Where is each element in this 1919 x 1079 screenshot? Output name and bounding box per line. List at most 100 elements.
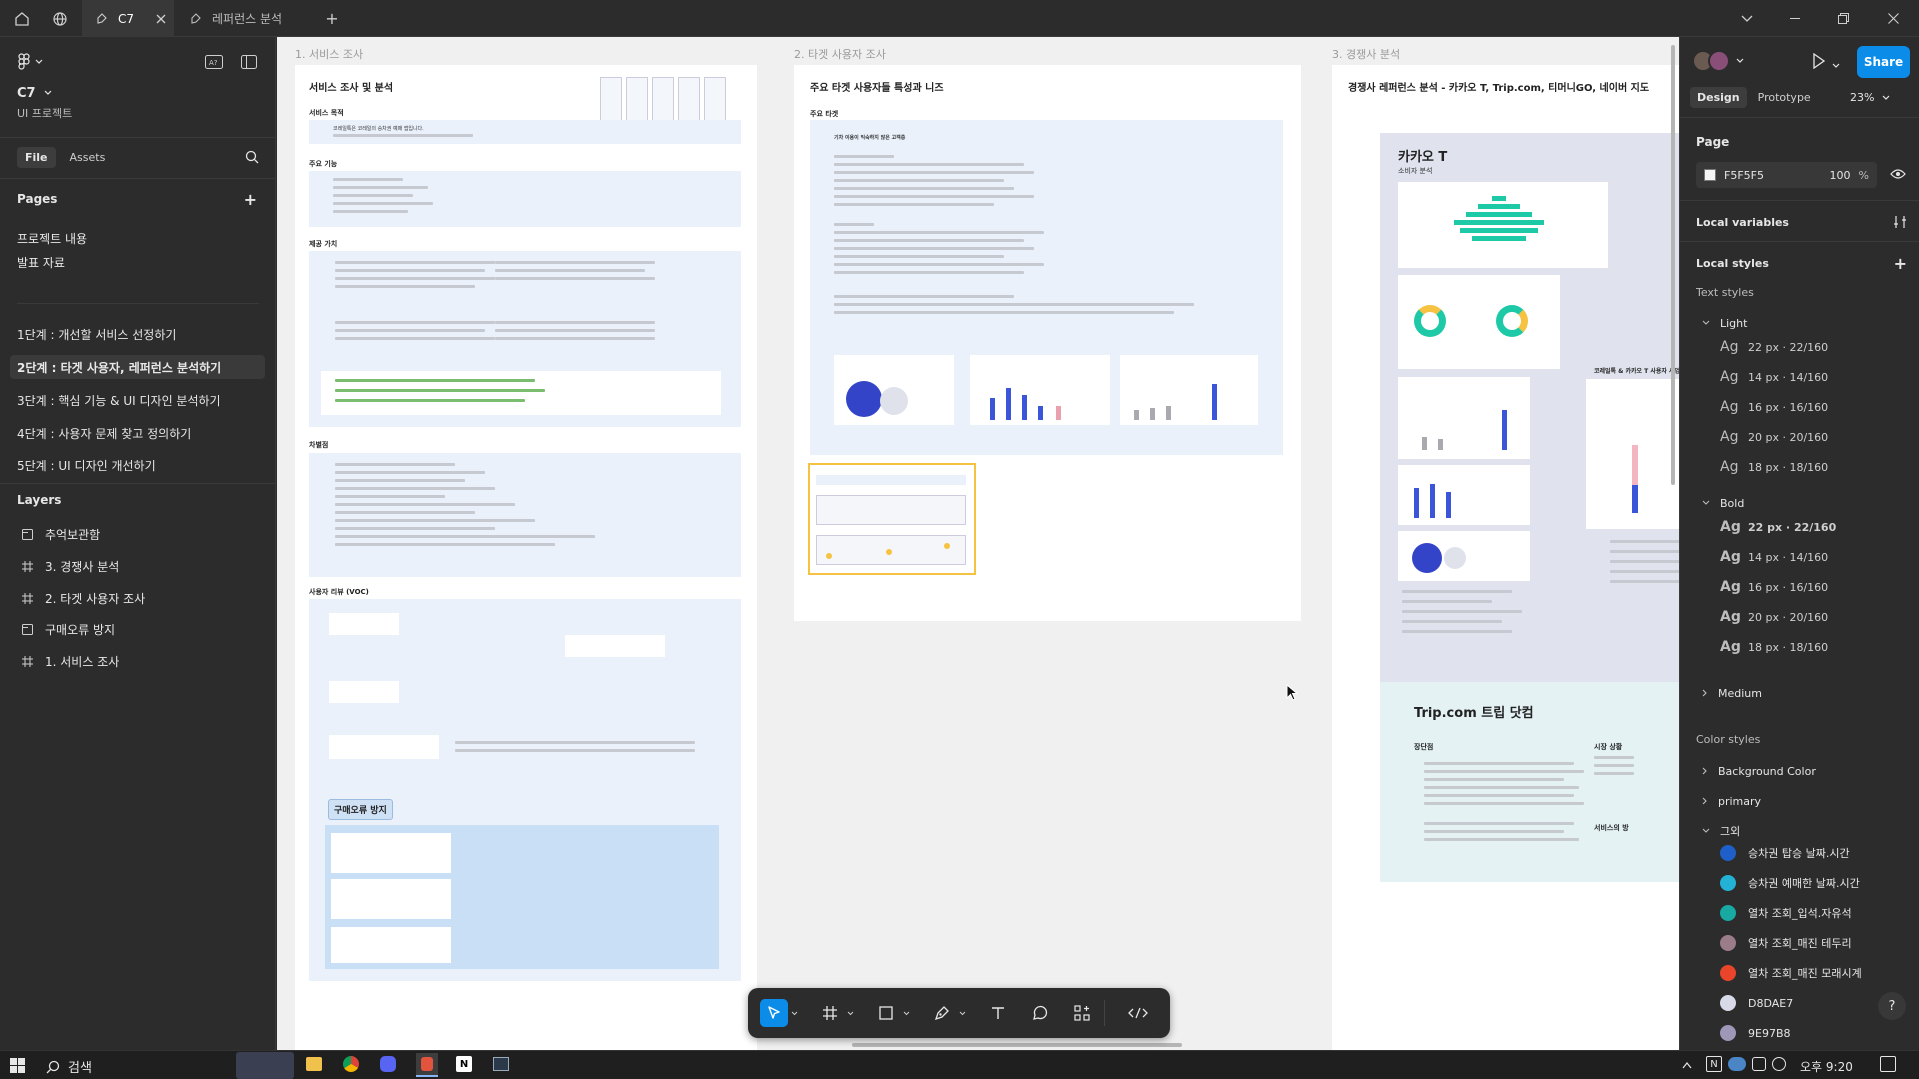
discord-icon[interactable] — [380, 1056, 396, 1072]
layer-item[interactable]: 2. 타겟 사용자 조사 — [10, 586, 265, 610]
cloud-tray-icon[interactable] — [1728, 1057, 1746, 1071]
frame-service-research[interactable]: 서비스 조사 및 분석 서비스 목적 코레일톡은 코레일의 승차권 예매 앱입니… — [295, 65, 757, 1050]
move-tool-button[interactable] — [760, 999, 788, 1027]
page-color-swatch[interactable] — [1704, 169, 1716, 181]
tab-design[interactable]: Design — [1690, 87, 1747, 108]
page-opacity-value[interactable]: 100 — [1830, 169, 1851, 182]
tab-c7[interactable]: C7 — [82, 0, 174, 37]
avatar[interactable] — [1708, 50, 1730, 72]
chevron-down-icon[interactable] — [844, 999, 856, 1027]
page-item-selected[interactable]: 2단계 : 타겟 사용자, 레퍼런스 분석하기 — [10, 355, 265, 379]
horizontal-scrollbar[interactable] — [852, 1043, 1182, 1047]
vertical-scrollbar[interactable] — [1671, 45, 1675, 485]
rectangle-tool-button[interactable] — [872, 999, 900, 1027]
folder-icon[interactable] — [306, 1057, 322, 1071]
color-style-item[interactable]: 열차 조회_매진 모래시계 — [1720, 965, 1862, 981]
layer-item[interactable]: 1. 서비스 조사 — [10, 649, 265, 673]
zoom-control[interactable]: 23% — [1850, 91, 1890, 104]
color-group[interactable]: primary — [1702, 793, 1907, 809]
layer-item[interactable]: 구매오류 방지 — [10, 617, 265, 641]
frame-tool-button[interactable] — [816, 999, 844, 1027]
chevron-down-icon[interactable] — [900, 999, 912, 1027]
layer-item[interactable]: 3. 경쟁사 분석 — [10, 554, 265, 578]
minimize-icon[interactable] — [1780, 0, 1810, 37]
text-style-item[interactable]: Ag 18 px · 18/160 — [1720, 459, 1828, 475]
color-group[interactable]: Background Color — [1702, 763, 1907, 779]
text-style-item[interactable]: Ag 20 px · 20/160 — [1720, 429, 1828, 445]
chevron-down-icon[interactable] — [1732, 0, 1762, 37]
file-name-row[interactable]: C7 — [17, 84, 263, 102]
color-style-item[interactable]: 승차권 예매한 날짜.시간 — [1720, 875, 1860, 891]
text-style-item[interactable]: Ag 18 px · 18/160 — [1720, 639, 1828, 655]
page-item[interactable]: 4단계 : 사용자 문제 찾고 정의하기 — [10, 421, 265, 445]
actions-tool-button[interactable] — [1068, 999, 1096, 1027]
help-icon[interactable]: ? — [1878, 992, 1906, 1020]
page-item[interactable]: 3단계 : 핵심 기능 & UI 디자인 분석하기 — [10, 388, 265, 412]
network-tray-icon[interactable] — [1752, 1057, 1766, 1071]
project-name[interactable]: UI 프로젝트 — [17, 105, 263, 121]
search-icon[interactable] — [245, 150, 259, 164]
chevron-down-icon[interactable] — [956, 999, 968, 1027]
text-style-item[interactable]: Ag 22 px · 22/160 — [1720, 519, 1836, 535]
ai-icon[interactable]: A? — [205, 55, 223, 69]
style-group-medium[interactable]: Medium — [1702, 685, 1907, 701]
notion-icon[interactable]: N — [456, 1056, 472, 1072]
weather-widget-icon[interactable] — [236, 1052, 294, 1079]
color-style-item[interactable]: D8DAE7 — [1720, 995, 1793, 1011]
color-style-item[interactable]: 열차 조회_입석.자유석 — [1720, 905, 1852, 921]
add-style-button[interactable]: + — [1894, 254, 1907, 273]
text-style-item[interactable]: Ag 22 px · 22/160 — [1720, 339, 1828, 355]
present-icon[interactable] — [1812, 52, 1826, 72]
clock[interactable]: 오후 9:20 — [1800, 1058, 1853, 1075]
canvas[interactable]: 1. 서비스 조사 서비스 조사 및 분석 서비스 목적 코레일톡은 코레일의 … — [277, 37, 1679, 1050]
frame-label[interactable]: 1. 서비스 조사 — [295, 46, 363, 62]
dev-mode-toggle-icon[interactable] — [1118, 999, 1158, 1027]
text-style-item[interactable]: Ag 20 px · 20/160 — [1720, 609, 1828, 625]
taskbar-search[interactable]: 검색 — [46, 1057, 92, 1076]
variables-icon[interactable] — [1893, 215, 1907, 229]
share-button[interactable]: Share — [1857, 46, 1910, 78]
chrome-icon[interactable] — [343, 1056, 359, 1072]
volume-tray-icon[interactable] — [1772, 1057, 1786, 1071]
window-app-icon[interactable] — [493, 1057, 509, 1071]
notion-tray-icon[interactable]: N — [1706, 1056, 1722, 1072]
color-group[interactable]: 그외 — [1702, 823, 1907, 839]
tab-reference-analysis[interactable]: 레퍼런스 분석 — [176, 0, 316, 37]
collaborators[interactable] — [1692, 50, 1744, 72]
color-style-item[interactable]: 승차권 탑승 날짜.시간 — [1720, 845, 1850, 861]
globe-icon[interactable] — [46, 0, 74, 37]
add-tab-button[interactable]: + — [320, 0, 344, 37]
color-style-item[interactable]: 열차 조회_매진 테두리 — [1720, 935, 1852, 951]
style-group-bold[interactable]: Bold — [1702, 495, 1907, 511]
tab-file[interactable]: File — [17, 146, 56, 168]
local-variables-row[interactable]: Local variables — [1696, 213, 1907, 231]
comment-tool-button[interactable] — [1026, 999, 1054, 1027]
tab-assets[interactable]: Assets — [62, 147, 114, 168]
chevron-down-icon[interactable] — [788, 999, 800, 1027]
frame-label[interactable]: 2. 타겟 사용자 조사 — [794, 46, 886, 62]
page-item[interactable]: 5단계 : UI 디자인 개선하기 — [10, 453, 265, 477]
chevron-down-icon[interactable] — [1736, 58, 1744, 64]
tray-chevron-icon[interactable] — [1682, 1058, 1692, 1072]
chevron-down-icon[interactable] — [1832, 58, 1840, 72]
style-group-light[interactable]: Light — [1702, 315, 1907, 331]
frame-target-user-research[interactable]: 주요 타겟 사용자들 특성과 니즈 주요 타겟 기차 이용이 익숙하지 않은 고… — [794, 65, 1301, 621]
add-page-button[interactable]: + — [244, 190, 257, 209]
page-item[interactable]: 1단계 : 개선할 서비스 선정하기 — [10, 322, 265, 346]
figma-menu-icon[interactable] — [17, 53, 43, 71]
windows-start-icon[interactable] — [10, 1058, 25, 1076]
page-item[interactable]: 프로젝트 내용 — [10, 226, 265, 250]
layer-item[interactable]: 추억보관함 — [10, 522, 265, 546]
home-icon[interactable] — [8, 0, 36, 37]
page-color-value[interactable]: F5F5F5 — [1724, 169, 1764, 182]
eye-icon[interactable] — [1890, 168, 1906, 183]
page-color-field[interactable]: F5F5F5 100 % — [1696, 162, 1877, 188]
text-style-item[interactable]: Ag 14 px · 14/160 — [1720, 369, 1828, 385]
sidebar-toggle-icon[interactable] — [241, 55, 257, 69]
figma-taskbar-icon[interactable] — [416, 1053, 438, 1077]
tab-prototype[interactable]: Prototype — [1751, 87, 1818, 108]
pen-tool-button[interactable] — [928, 999, 956, 1027]
text-style-item[interactable]: Ag 16 px · 16/160 — [1720, 399, 1828, 415]
text-tool-button[interactable] — [984, 999, 1012, 1027]
close-icon[interactable] — [156, 14, 166, 24]
